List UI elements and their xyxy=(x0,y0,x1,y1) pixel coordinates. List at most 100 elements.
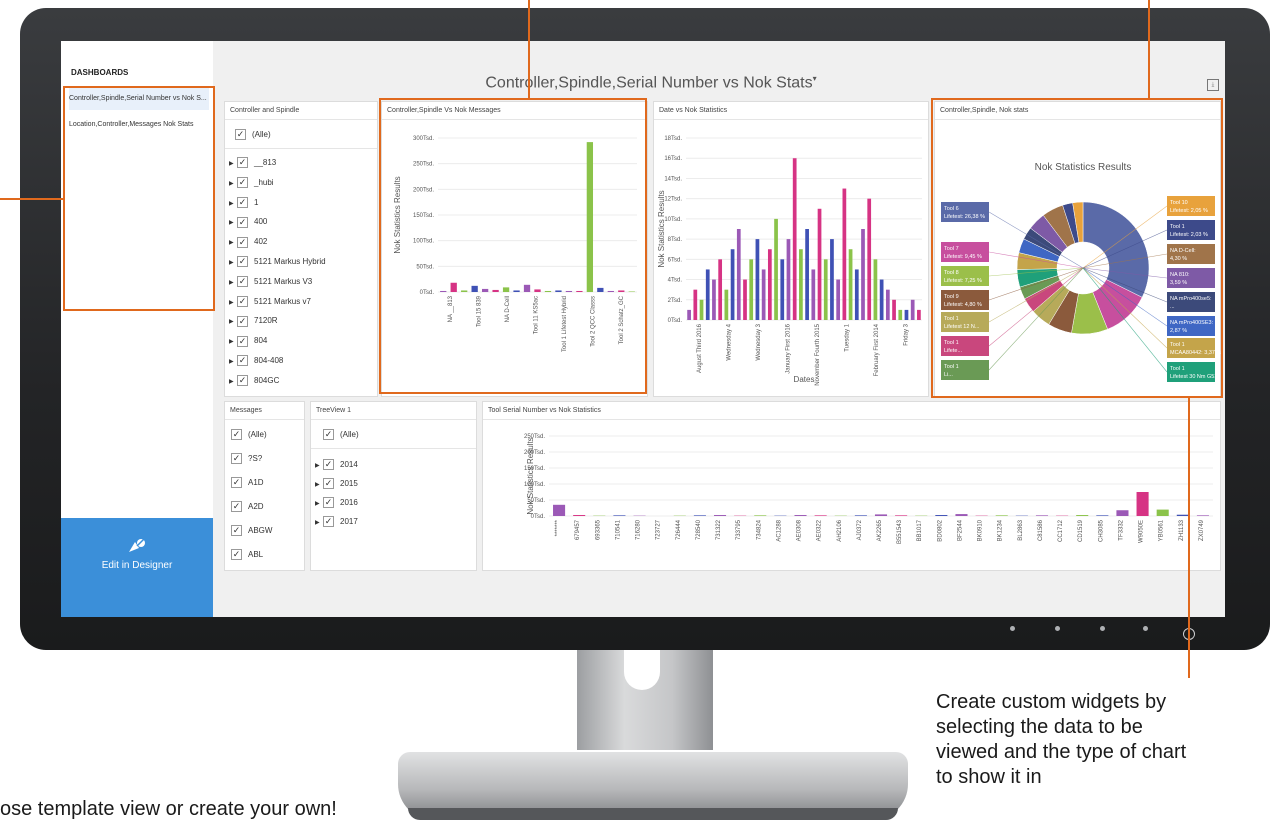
x-tick-label: August Third 2016 xyxy=(697,323,703,373)
filter-item[interactable]: ▶ ✓ 804GC xyxy=(229,374,279,388)
expand-arrow-icon[interactable]: ▶ xyxy=(229,157,237,171)
bar xyxy=(718,259,723,320)
export-icon[interactable]: ⤓ xyxy=(1207,79,1219,91)
checkbox[interactable]: ✓ xyxy=(237,157,248,169)
y-axis-label: Nok Statistics Results xyxy=(526,437,535,514)
edit-in-designer-button[interactable]: Edit in Designer xyxy=(61,518,213,617)
x-tick-label: AC1288 xyxy=(776,519,782,541)
filter-item[interactable]: ▶ ✓ 7120R xyxy=(229,314,278,328)
designer-icon xyxy=(129,537,146,552)
filter-item[interactable]: ✓ ABGW xyxy=(231,524,272,538)
checkbox[interactable]: ✓ xyxy=(231,549,242,561)
highlight-nok-messages xyxy=(379,98,647,394)
filter-item[interactable]: ▶ ✓ 5121 Markus Hybrid xyxy=(229,255,326,269)
x-tick-label: January First 2016 xyxy=(785,323,791,373)
callout-custom-widgets: Create custom widgets by selecting the d… xyxy=(936,690,1276,790)
bar xyxy=(799,249,803,320)
filter-item[interactable]: ▶ ✓ 2015 xyxy=(315,477,358,491)
x-tick-label: B551543 xyxy=(897,519,903,544)
filter-item[interactable]: ▶ ✓ 2017 xyxy=(315,515,358,529)
checkbox-all[interactable]: ✓ (Alle) xyxy=(323,428,359,442)
callout-template-text: ose template view or create your own! xyxy=(0,798,337,820)
bar xyxy=(898,309,903,320)
checkbox[interactable]: ✓ xyxy=(237,216,248,228)
bar xyxy=(867,198,872,320)
filter-item[interactable]: ▶ ✓ 804 xyxy=(229,334,267,348)
sidebar-title: DASHBOARDS xyxy=(71,68,129,77)
serial-nok-chart: 0Tsd.50Tsd.100Tsd.150Tsd.200Tsd.250Tsd.N… xyxy=(524,434,1213,544)
expand-arrow-icon[interactable]: ▶ xyxy=(315,478,323,492)
bar xyxy=(553,504,566,516)
filter-item[interactable]: ▶ ✓ 402 xyxy=(229,235,267,249)
checkbox-all[interactable]: ✓ (Alle) xyxy=(235,128,271,142)
bar xyxy=(693,289,698,320)
x-tick-label: 679457 xyxy=(575,519,581,540)
filter-item[interactable]: ✓ ?S? xyxy=(231,452,262,466)
checkbox[interactable]: ✓ xyxy=(231,501,242,513)
pointer-line xyxy=(1188,398,1190,678)
filter-item[interactable]: ✓ (Alle) xyxy=(231,428,267,442)
expand-arrow-icon[interactable]: ▶ xyxy=(229,276,237,290)
checkbox[interactable]: ✓ xyxy=(231,429,242,441)
filter-item[interactable]: ▶ ✓ 1 xyxy=(229,196,258,210)
filter-item[interactable]: ✓ A2D xyxy=(231,500,264,514)
expand-arrow-icon[interactable]: ▶ xyxy=(229,197,237,211)
expand-arrow-icon[interactable]: ▶ xyxy=(229,375,237,389)
edit-in-designer-label: Edit in Designer xyxy=(101,560,173,571)
checkbox[interactable]: ✓ xyxy=(237,295,248,307)
checkbox[interactable]: ✓ xyxy=(323,516,334,528)
x-tick-label: AJ0372 xyxy=(857,519,863,540)
expand-arrow-icon[interactable]: ▶ xyxy=(229,335,237,349)
expand-arrow-icon[interactable]: ▶ xyxy=(315,497,323,511)
checkbox[interactable]: ✓ xyxy=(237,375,248,387)
panel-header: Controller and Spindle xyxy=(230,107,300,114)
bar xyxy=(1116,510,1129,516)
expand-arrow-icon[interactable]: ▶ xyxy=(229,216,237,230)
bar xyxy=(995,515,1008,516)
expand-arrow-icon[interactable]: ▶ xyxy=(229,315,237,329)
checkbox[interactable]: ✓ xyxy=(323,478,334,490)
filter-item[interactable]: ▶ ✓ __813 xyxy=(229,156,276,170)
filter-item[interactable]: ▶ ✓ _hubi xyxy=(229,176,274,190)
bar xyxy=(780,259,785,320)
bar xyxy=(854,515,867,516)
checkbox[interactable]: ✓ xyxy=(237,335,248,347)
bar xyxy=(917,309,921,320)
filter-item[interactable]: ▶ ✓ 2014 xyxy=(315,458,358,472)
filter-item[interactable]: ▶ ✓ 2016 xyxy=(315,496,358,510)
filter-item[interactable]: ▶ ✓ 804-408 xyxy=(229,354,283,368)
bar xyxy=(910,299,915,320)
expand-arrow-icon[interactable]: ▶ xyxy=(229,236,237,250)
filter-item[interactable]: ▶ ✓ 400 xyxy=(229,215,267,229)
expand-arrow-icon[interactable]: ▶ xyxy=(315,459,323,473)
checkbox[interactable]: ✓ xyxy=(323,497,334,509)
bar xyxy=(823,259,828,320)
bar xyxy=(687,309,691,320)
filter-item[interactable]: ✓ ABL xyxy=(231,548,263,562)
checkbox[interactable]: ✓ xyxy=(231,525,242,537)
checkbox[interactable]: ✓ xyxy=(237,177,248,189)
expand-arrow-icon[interactable]: ▶ xyxy=(229,177,237,191)
y-tick-label: 18Tsd. xyxy=(664,136,682,142)
bar xyxy=(792,158,797,320)
filter-item[interactable]: ▶ ✓ 5121 Markus v7 xyxy=(229,295,311,309)
expand-arrow-icon[interactable]: ▶ xyxy=(229,355,237,369)
checkbox[interactable]: ✓ xyxy=(237,236,248,248)
filter-item[interactable]: ✓ A1D xyxy=(231,476,264,490)
expand-arrow-icon[interactable]: ▶ xyxy=(229,256,237,270)
checkbox[interactable]: ✓ xyxy=(231,453,242,465)
expand-arrow-icon[interactable]: ▶ xyxy=(315,516,323,530)
checkbox[interactable]: ✓ xyxy=(237,196,248,208)
callout-line: to show it in xyxy=(936,766,1042,788)
checkbox[interactable]: ✓ xyxy=(237,315,248,327)
expand-arrow-icon[interactable]: ▶ xyxy=(229,296,237,310)
bar xyxy=(705,269,710,320)
checkbox[interactable]: ✓ xyxy=(237,256,248,268)
x-tick-label: TF3332 xyxy=(1118,519,1124,540)
filter-item-label: ?S? xyxy=(248,454,263,463)
checkbox[interactable]: ✓ xyxy=(237,276,248,288)
checkbox[interactable]: ✓ xyxy=(237,355,248,367)
filter-item[interactable]: ▶ ✓ 5121 Markus V3 xyxy=(229,275,312,289)
checkbox[interactable]: ✓ xyxy=(323,459,334,471)
checkbox[interactable]: ✓ xyxy=(231,477,242,489)
